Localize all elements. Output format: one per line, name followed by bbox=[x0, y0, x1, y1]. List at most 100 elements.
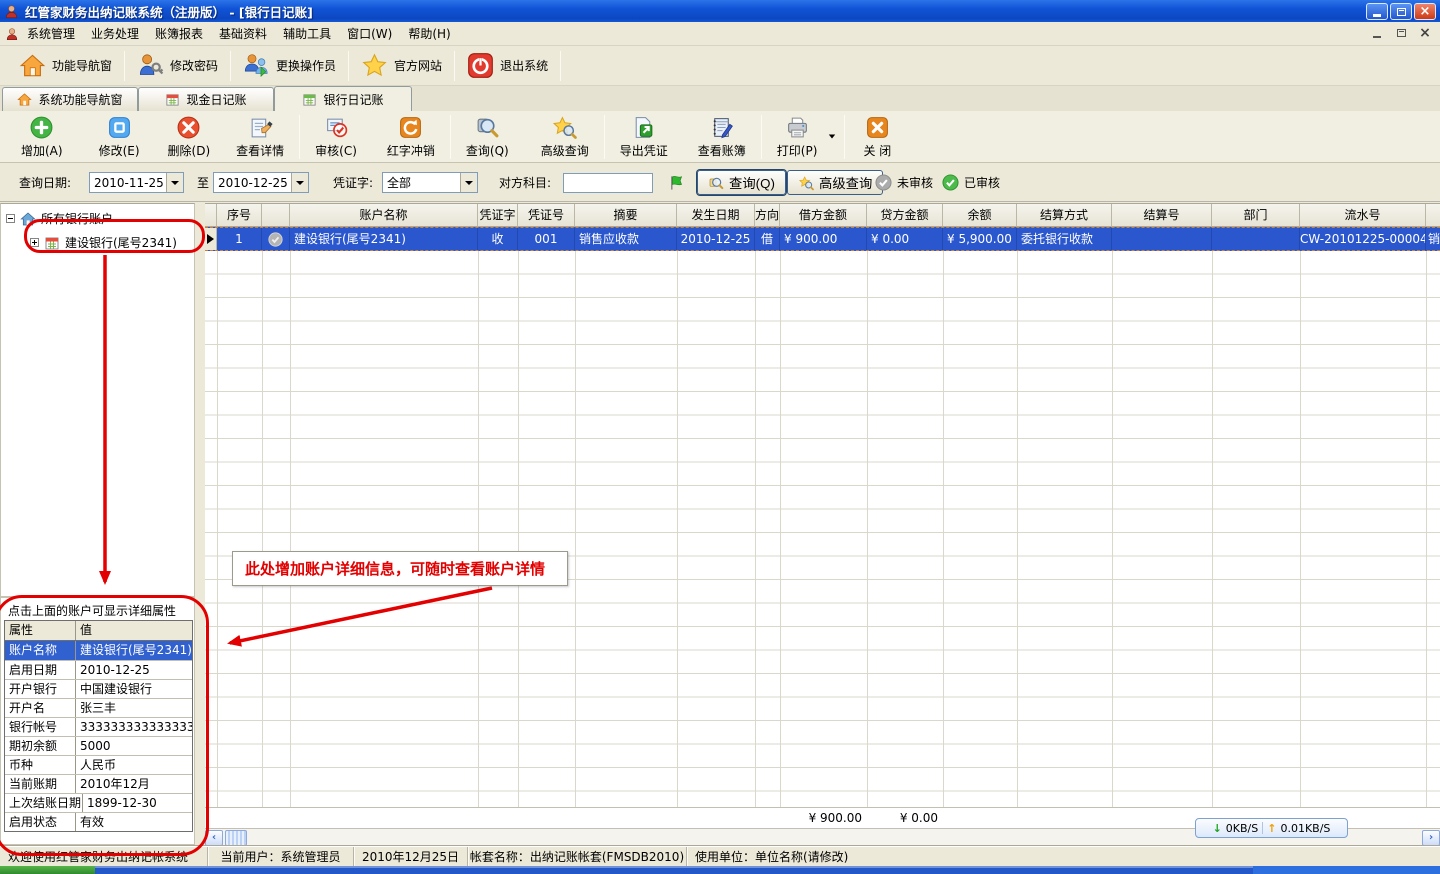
nav-window-button[interactable]: 功能导航窗 bbox=[10, 49, 121, 82]
menu-item-basedata[interactable]: 基础资料 bbox=[211, 23, 275, 44]
change-password-label: 修改密码 bbox=[170, 57, 218, 74]
official-website-button[interactable]: 官方网站 bbox=[352, 49, 451, 82]
minimize-button[interactable] bbox=[1366, 3, 1388, 20]
mdi-close-button[interactable]: × bbox=[1418, 26, 1432, 40]
expand-icon[interactable] bbox=[30, 238, 39, 247]
cell-account: 建设银行(尾号2341) bbox=[290, 228, 478, 250]
delete-label: 删除(D) bbox=[168, 142, 211, 159]
tab-bank-journal[interactable]: 银行日记账 bbox=[274, 86, 412, 111]
menu-item-reports[interactable]: 账簿报表 bbox=[147, 23, 211, 44]
scrollbar-thumb[interactable] bbox=[225, 830, 247, 846]
row-indicator bbox=[205, 228, 217, 250]
edit-label: 修改(E) bbox=[99, 142, 140, 159]
close-view-button[interactable]: 关 闭 bbox=[851, 113, 903, 161]
status-bar: 欢迎使用红管家财务出纳记帐系统 当前用户：系统管理员 2010年12月25日 帐… bbox=[0, 846, 1440, 866]
grid-header-balance[interactable]: 余额 bbox=[943, 204, 1017, 227]
grid-header-serial[interactable]: 流水号 bbox=[1300, 204, 1426, 227]
tab-cash-journal[interactable]: 现金日记账 bbox=[138, 87, 274, 111]
grid-header-credit[interactable]: 贷方金额 bbox=[867, 204, 943, 227]
export-voucher-button[interactable]: 导出凭证 bbox=[611, 113, 677, 161]
grid-header-settlement-no[interactable]: 结算号 bbox=[1112, 204, 1212, 227]
add-icon bbox=[29, 115, 54, 140]
audit-button[interactable]: 审核(C) bbox=[306, 113, 366, 161]
tab-label: 现金日记账 bbox=[186, 91, 246, 108]
date-to-combobox[interactable]: 2010-12-25 bbox=[213, 172, 309, 193]
tree-root-all-accounts[interactable]: 所有银行账户 bbox=[6, 210, 194, 227]
tree-item-bank-account[interactable]: 建设银行(尾号2341) bbox=[30, 234, 194, 251]
view-ledger-label: 查看账簿 bbox=[698, 142, 746, 159]
home-icon bbox=[20, 211, 36, 227]
query-submit-label: 查询(Q) bbox=[729, 173, 775, 192]
legend-audited-label: 已审核 bbox=[964, 174, 1000, 191]
chevron-down-icon bbox=[829, 135, 835, 139]
property-value: 5000 bbox=[76, 737, 192, 755]
journal-row-selected[interactable]: 1 建设银行(尾号2341) 收 001 销售应收款 2010-12-25 借 … bbox=[205, 227, 1440, 251]
menu-item-business[interactable]: 业务处理 bbox=[83, 23, 147, 44]
home-icon bbox=[19, 52, 46, 79]
date-from-combobox[interactable]: 2010-11-25 bbox=[89, 172, 184, 193]
scroll-right-button[interactable]: › bbox=[1422, 830, 1440, 846]
grid-header-status[interactable] bbox=[262, 204, 290, 227]
view-ledger-button[interactable]: 查看账簿 bbox=[689, 113, 755, 161]
change-password-button[interactable]: 修改密码 bbox=[128, 49, 227, 82]
grid-header-direction[interactable]: 方向 bbox=[755, 204, 780, 227]
menu-item-window[interactable]: 窗口(W) bbox=[339, 23, 400, 44]
property-row[interactable]: 开户银行 中国建设银行 bbox=[5, 679, 192, 698]
property-row[interactable]: 开户名 张三丰 bbox=[5, 698, 192, 717]
exit-system-button[interactable]: 退出系统 bbox=[458, 49, 557, 82]
property-row[interactable]: 启用状态 有效 bbox=[5, 812, 192, 831]
grid-header-seq[interactable]: 序号 bbox=[217, 204, 262, 227]
dropdown-button[interactable] bbox=[291, 173, 308, 192]
property-row[interactable]: 银行帐号 3333333333333333 bbox=[5, 717, 192, 736]
cell-direction: 借 bbox=[755, 228, 780, 250]
menu-item-system[interactable]: 系统管理 bbox=[19, 23, 83, 44]
grid-header-date[interactable]: 发生日期 bbox=[677, 204, 755, 227]
grid-header-account[interactable]: 账户名称 bbox=[290, 204, 478, 227]
print-button[interactable]: 打印(P) bbox=[768, 113, 827, 161]
red-reverse-button[interactable]: 红字冲销 bbox=[378, 113, 444, 161]
grid-empty-area bbox=[205, 251, 1440, 807]
tab-system-nav[interactable]: 系统功能导航窗 bbox=[2, 87, 138, 111]
property-row[interactable]: 启用日期 2010-12-25 bbox=[5, 660, 192, 679]
row-pointer-icon bbox=[207, 234, 214, 244]
collapse-icon[interactable] bbox=[6, 214, 15, 223]
green-flag-icon[interactable] bbox=[668, 174, 685, 192]
grid-header-summary[interactable]: 摘要 bbox=[575, 204, 677, 227]
print-dropdown-button[interactable] bbox=[826, 114, 838, 160]
grid-header-debit[interactable]: 借方金额 bbox=[780, 204, 867, 227]
mdi-restore-button[interactable] bbox=[1394, 26, 1408, 40]
grid-header-voucher-no[interactable]: 凭证号 bbox=[518, 204, 575, 227]
add-button[interactable]: 增加(A) bbox=[12, 113, 72, 161]
view-detail-button[interactable]: 查看详情 bbox=[227, 113, 293, 161]
grid-header-department[interactable]: 部门 bbox=[1212, 204, 1300, 227]
property-row[interactable]: 上次结账日期 1899-12-30 bbox=[5, 793, 192, 812]
property-row[interactable]: 期初余额 5000 bbox=[5, 736, 192, 755]
restore-button[interactable] bbox=[1390, 3, 1412, 20]
property-row[interactable]: 账户名称 建设银行(尾号2341) bbox=[5, 641, 192, 660]
advanced-query-button[interactable]: 高级查询 bbox=[532, 113, 598, 161]
advanced-query-submit-button[interactable]: 高级查询 bbox=[787, 170, 883, 195]
cell-settlement-no bbox=[1112, 228, 1212, 250]
mdi-minimize-button[interactable] bbox=[1370, 26, 1384, 40]
query-button[interactable]: 查询(Q) bbox=[457, 113, 518, 161]
property-row[interactable]: 币种 人民币 bbox=[5, 755, 192, 774]
query-submit-button[interactable]: 查询(Q) bbox=[697, 170, 786, 195]
menu-item-help[interactable]: 帮助(H) bbox=[400, 23, 458, 44]
opponent-account-input[interactable] bbox=[563, 173, 653, 193]
calendar-icon bbox=[302, 92, 317, 107]
window-title: 红管家财务出纳记账系统（注册版） - [银行日记账] bbox=[25, 2, 313, 21]
grid-header-settlement[interactable]: 结算方式 bbox=[1017, 204, 1112, 227]
voucher-word-combobox[interactable]: 全部 bbox=[382, 172, 478, 193]
switch-operator-button[interactable]: 更换操作员 bbox=[234, 49, 345, 82]
delete-button[interactable]: 删除(D) bbox=[159, 113, 220, 161]
edit-button[interactable]: 修改(E) bbox=[90, 113, 149, 161]
property-row[interactable]: 当前账期 2010年12月 bbox=[5, 774, 192, 793]
dropdown-button[interactable] bbox=[166, 173, 183, 192]
grid-header-voucher-word[interactable]: 凭证字 bbox=[478, 204, 518, 227]
menu-item-tools[interactable]: 辅助工具 bbox=[275, 23, 339, 44]
scroll-left-button[interactable]: ‹ bbox=[205, 830, 223, 846]
grid-header-indicator bbox=[205, 204, 217, 227]
close-button[interactable]: × bbox=[1414, 3, 1436, 20]
dropdown-button[interactable] bbox=[460, 173, 477, 192]
toolbar-separator bbox=[454, 51, 455, 81]
